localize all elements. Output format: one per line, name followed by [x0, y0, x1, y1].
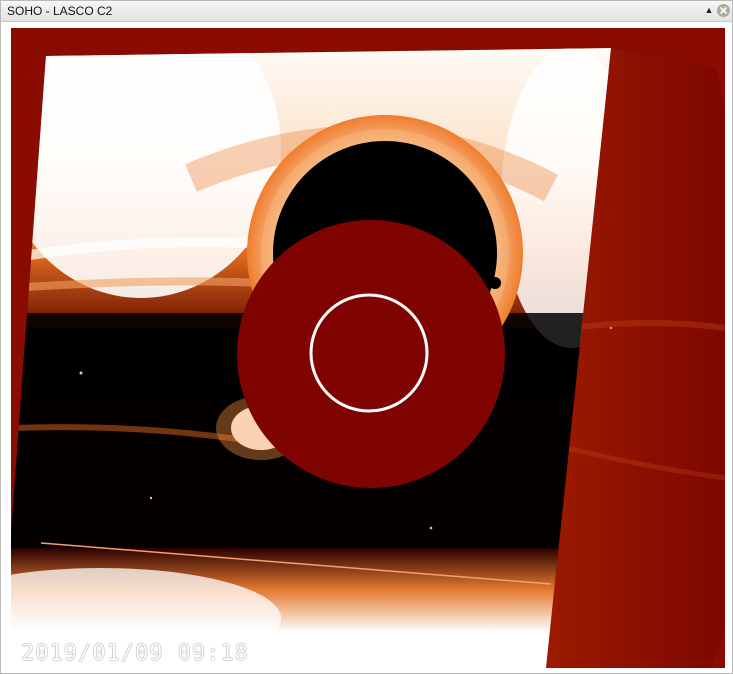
coronagraph-scene	[11, 28, 725, 668]
image-timestamp: 2019/01/09 09:18	[21, 641, 249, 666]
collapse-button[interactable]: ▲	[702, 3, 716, 17]
coronagraph-image[interactable]: 2019/01/09 09:18	[11, 28, 725, 668]
triangle-up-icon: ▲	[704, 5, 714, 15]
lasco-panel: SOHO - LASCO C2 ▲ 2019/01/09 09:18	[0, 0, 733, 674]
panel-titlebar: SOHO - LASCO C2 ▲	[1, 1, 732, 22]
close-icon	[720, 7, 727, 14]
panel-title: SOHO - LASCO C2	[7, 4, 113, 18]
close-button[interactable]	[717, 4, 730, 17]
